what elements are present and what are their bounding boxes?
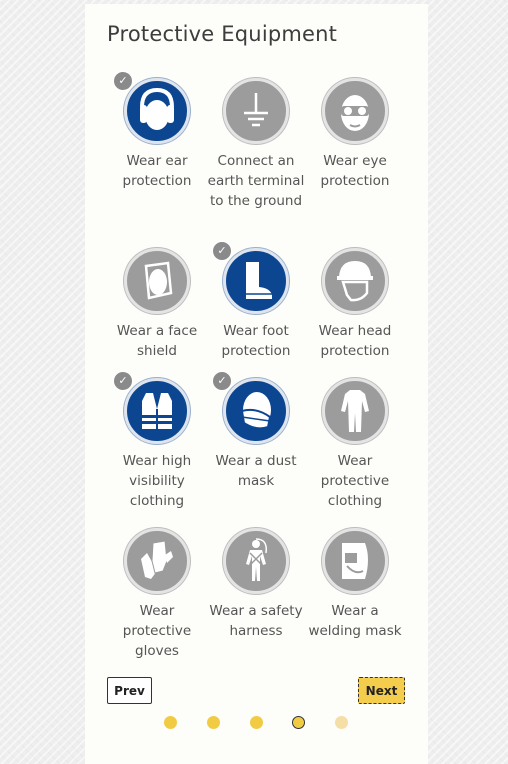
face-shield-icon	[124, 248, 190, 314]
item-face-shield[interactable]: Wear a face shield	[107, 248, 207, 361]
dust-mask-icon: ✓	[212, 371, 289, 444]
item-label: Wear ear protection	[122, 153, 192, 189]
eye-protection-icon	[322, 78, 388, 144]
item-label: Wear eye protection	[320, 153, 390, 189]
item-protective-gloves[interactable]: Wear protective gloves	[107, 528, 207, 661]
protective-coverall-icon	[322, 378, 388, 444]
high-visibility-vest-icon: ✓	[113, 371, 190, 444]
item-high-visibility[interactable]: ✓ Wear high visibility clothing	[107, 371, 207, 511]
item-label: Wear a dust mask	[215, 453, 297, 489]
equipment-card: Protective Equipment ✓ Wear ear protecti…	[85, 4, 428, 764]
item-protective-clothing[interactable]: Wear protective clothing	[305, 378, 405, 511]
item-dust-mask[interactable]: ✓ Wear a dust mask	[206, 371, 306, 491]
item-head-protection[interactable]: Wear head protection	[305, 248, 405, 361]
prev-button[interactable]: Prev	[107, 677, 152, 704]
item-label: Wear a welding mask	[308, 603, 402, 639]
item-earth-terminal[interactable]: Connect an earth terminal to the ground	[206, 78, 306, 211]
item-welding-mask[interactable]: Wear a welding mask	[305, 528, 405, 641]
pagination-dot-3[interactable]	[250, 716, 263, 729]
item-label: Wear protective clothing	[320, 453, 390, 509]
item-safety-harness[interactable]: Wear a safety harness	[206, 528, 306, 641]
item-label: Wear foot protection	[221, 323, 291, 359]
safety-harness-icon	[223, 528, 289, 594]
pagination-dot-1[interactable]	[164, 716, 177, 729]
item-label: Wear high visibility clothing	[122, 453, 192, 509]
item-label: Wear a safety harness	[209, 603, 303, 639]
item-label: Connect an earth terminal to the ground	[207, 153, 305, 209]
ear-protection-icon: ✓	[113, 71, 190, 144]
item-foot-protection[interactable]: ✓ Wear foot protection	[206, 241, 306, 361]
item-eye-protection[interactable]: Wear eye protection	[305, 78, 405, 191]
next-button[interactable]: Next	[358, 677, 405, 704]
item-label: Wear a face shield	[116, 323, 198, 359]
head-protection-icon	[322, 248, 388, 314]
earth-terminal-icon	[223, 78, 289, 144]
item-label: Wear head protection	[318, 323, 392, 359]
foot-protection-icon: ✓	[212, 241, 289, 314]
pagination-dot-5[interactable]	[335, 716, 348, 729]
gloves-icon	[124, 528, 190, 594]
pagination-dot-2[interactable]	[207, 716, 220, 729]
page-title: Protective Equipment	[107, 22, 338, 46]
pagination-dot-4[interactable]	[292, 716, 305, 729]
welding-mask-icon	[322, 528, 388, 594]
item-label: Wear protective gloves	[122, 603, 192, 659]
item-ear-protection[interactable]: ✓ Wear ear protection	[107, 71, 207, 191]
